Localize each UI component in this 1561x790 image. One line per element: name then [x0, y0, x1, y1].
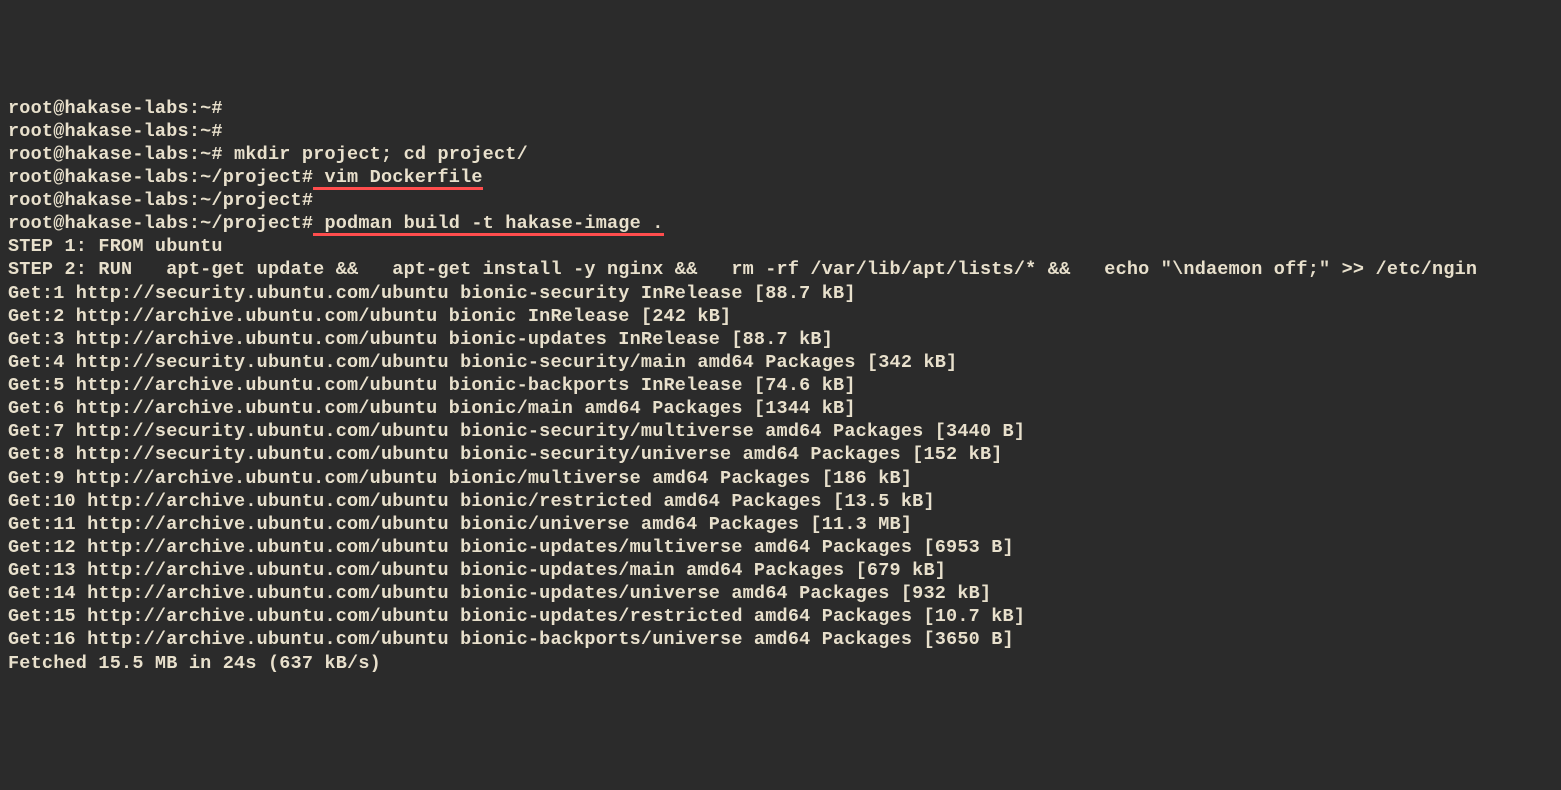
output-line: STEP 2: RUN apt-get update && apt-get in…	[8, 258, 1553, 281]
output-line: Get:8 http://security.ubuntu.com/ubuntu …	[8, 443, 1553, 466]
shell-prompt: root@hakase-labs:~/project#	[8, 213, 313, 234]
output-line: Get:5 http://archive.ubuntu.com/ubuntu b…	[8, 374, 1553, 397]
shell-prompt: root@hakase-labs:~#	[8, 98, 223, 119]
prompt-line: root@hakase-labs:~#	[8, 97, 1553, 120]
shell-command: podman build -t hakase-image .	[313, 213, 663, 234]
terminal-output[interactable]: root@hakase-labs:~#root@hakase-labs:~#ro…	[8, 97, 1553, 675]
prompt-line: root@hakase-labs:~/project# podman build…	[8, 212, 1553, 235]
shell-command: mkdir project; cd project/	[223, 144, 528, 165]
output-line: Get:3 http://archive.ubuntu.com/ubuntu b…	[8, 328, 1553, 351]
output-line: STEP 1: FROM ubuntu	[8, 235, 1553, 258]
output-line: Get:14 http://archive.ubuntu.com/ubuntu …	[8, 582, 1553, 605]
shell-prompt: root@hakase-labs:~/project#	[8, 167, 313, 188]
prompt-line: root@hakase-labs:~# mkdir project; cd pr…	[8, 143, 1553, 166]
prompt-line: root@hakase-labs:~#	[8, 120, 1553, 143]
output-line: Get:2 http://archive.ubuntu.com/ubuntu b…	[8, 305, 1553, 328]
output-line: Get:9 http://archive.ubuntu.com/ubuntu b…	[8, 467, 1553, 490]
shell-prompt: root@hakase-labs:~#	[8, 121, 223, 142]
output-line: Get:13 http://archive.ubuntu.com/ubuntu …	[8, 559, 1553, 582]
output-line: Get:7 http://security.ubuntu.com/ubuntu …	[8, 420, 1553, 443]
output-line: Get:12 http://archive.ubuntu.com/ubuntu …	[8, 536, 1553, 559]
output-line: Get:11 http://archive.ubuntu.com/ubuntu …	[8, 513, 1553, 536]
output-line: Get:16 http://archive.ubuntu.com/ubuntu …	[8, 628, 1553, 651]
shell-prompt: root@hakase-labs:~#	[8, 144, 223, 165]
output-line: Get:4 http://security.ubuntu.com/ubuntu …	[8, 351, 1553, 374]
shell-prompt: root@hakase-labs:~/project#	[8, 190, 313, 211]
prompt-line: root@hakase-labs:~/project#	[8, 189, 1553, 212]
shell-command: vim Dockerfile	[313, 167, 483, 188]
output-line: Get:10 http://archive.ubuntu.com/ubuntu …	[8, 490, 1553, 513]
prompt-line: root@hakase-labs:~/project# vim Dockerfi…	[8, 166, 1553, 189]
output-line: Get:15 http://archive.ubuntu.com/ubuntu …	[8, 605, 1553, 628]
output-line: Fetched 15.5 MB in 24s (637 kB/s)	[8, 652, 1553, 675]
output-line: Get:6 http://archive.ubuntu.com/ubuntu b…	[8, 397, 1553, 420]
output-line: Get:1 http://security.ubuntu.com/ubuntu …	[8, 282, 1553, 305]
